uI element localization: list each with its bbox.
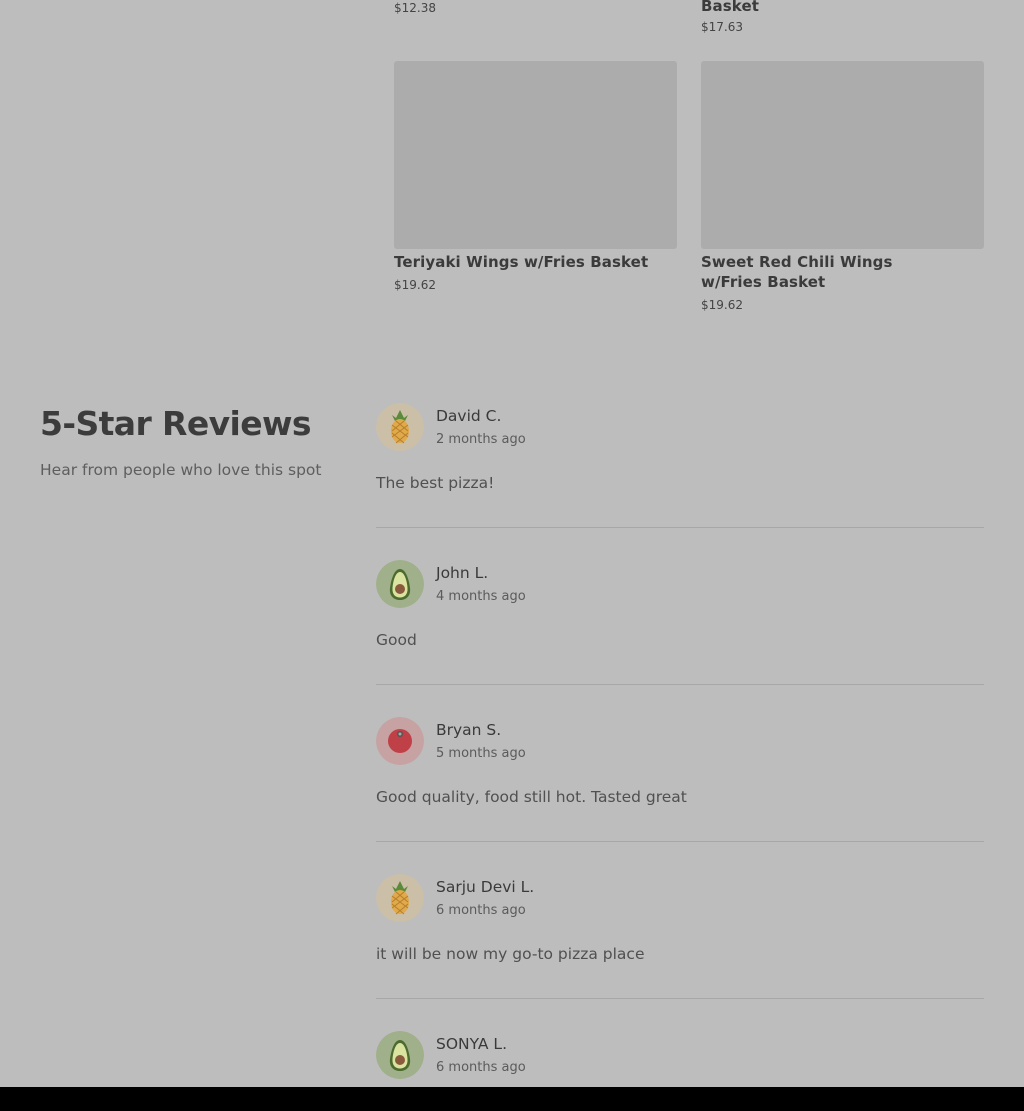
menu-item-name[interactable]: Basket (701, 0, 961, 16)
reviews-subheading: Hear from people who love this spot (40, 461, 322, 479)
menu-item-image[interactable] (394, 61, 677, 249)
menu-item-price: $19.62 (394, 278, 436, 292)
pineapple-icon (376, 874, 424, 922)
divider (376, 998, 984, 999)
reviewer-name: SONYA L. (436, 1035, 507, 1053)
review-card: SONYA L. 6 months ago (376, 1031, 984, 1087)
menu-item-price: $12.38 (394, 1, 436, 15)
reviewer-avatar (376, 874, 424, 922)
reviewer-name: David C. (436, 407, 502, 425)
bottom-bar (0, 1087, 1024, 1111)
review-text: The best pizza! (376, 474, 495, 492)
avocado-icon (376, 560, 424, 608)
review-card: John L. 4 months ago Good (376, 560, 984, 686)
menu-item-card[interactable]: Sweet Red Chili Wings w/Fries Basket $19… (701, 61, 984, 321)
divider (376, 684, 984, 685)
review-date: 5 months ago (436, 746, 526, 761)
reviewer-avatar (376, 403, 424, 451)
review-date: 6 months ago (436, 903, 526, 918)
review-card: Bryan S. 5 months ago Good quality, food… (376, 717, 984, 843)
reviewer-avatar (376, 560, 424, 608)
review-date: 6 months ago (436, 1060, 526, 1075)
reviewer-name: Bryan S. (436, 721, 502, 739)
reviewer-avatar (376, 717, 424, 765)
menu-item-image[interactable] (701, 61, 984, 249)
review-date: 4 months ago (436, 589, 526, 604)
reviewer-name: John L. (436, 564, 489, 582)
tomato-icon (376, 717, 424, 765)
reviews-heading: 5-Star Reviews (40, 404, 312, 443)
divider (376, 841, 984, 842)
review-text: Good (376, 631, 417, 649)
reviewer-name: Sarju Devi L. (436, 878, 535, 896)
pineapple-icon (376, 403, 424, 451)
menu-item-price: $17.63 (701, 20, 743, 34)
review-text: Good quality, food still hot. Tasted gre… (376, 788, 687, 806)
menu-item-card[interactable]: Teriyaki Wings w/Fries Basket $19.62 (394, 61, 677, 301)
reviewer-avatar (376, 1031, 424, 1079)
avocado-icon (376, 1031, 424, 1079)
review-card: Sarju Devi L. 6 months ago it will be no… (376, 874, 984, 1000)
review-text: it will be now my go-to pizza place (376, 945, 645, 963)
divider (376, 527, 984, 528)
menu-item-name[interactable]: Teriyaki Wings w/Fries Basket (394, 252, 677, 272)
menu-item-price: $19.62 (701, 298, 743, 312)
review-date: 2 months ago (436, 432, 526, 447)
menu-item-name[interactable]: Sweet Red Chili Wings w/Fries Basket (701, 252, 951, 292)
review-card: David C. 2 months ago The best pizza! (376, 403, 984, 529)
